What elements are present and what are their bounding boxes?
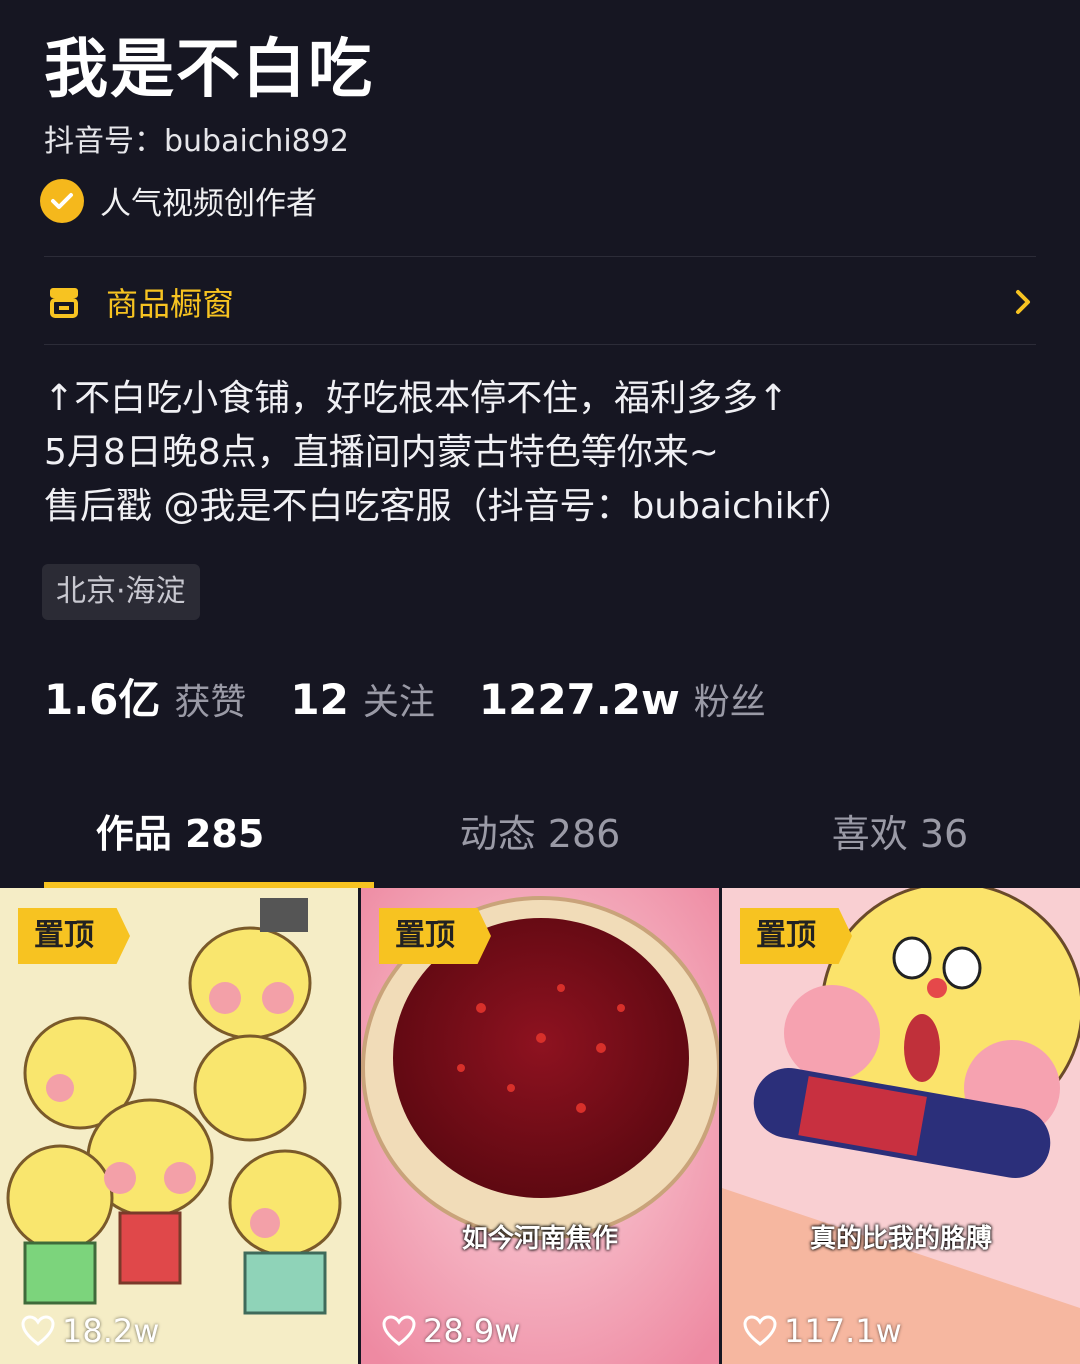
video-caption: 如今河南焦作 — [461, 1224, 618, 1254]
likes-count: 18.2w — [62, 1312, 160, 1350]
tab-works[interactable]: 作品 285 — [0, 800, 374, 888]
pinned-badge: 置顶 — [379, 908, 491, 964]
heart-outline-icon — [742, 1314, 784, 1348]
nickname: 我是不白吃 — [44, 33, 374, 107]
video-caption: 真的比我的胳膊 — [809, 1224, 992, 1254]
store-icon — [44, 282, 84, 322]
video-likes: 28.9w — [381, 1312, 520, 1350]
location-tag: 北京·海淀 — [42, 564, 200, 620]
shop-window-row[interactable]: 商品橱窗 — [44, 262, 1036, 342]
stat-value: 1.6亿 — [44, 675, 161, 724]
video-grid: 置顶 18.2w 置顶 如今河南焦作 28.9w 置顶 真的比我的胳膊 117.… — [0, 888, 1080, 1364]
pinned-badge: 置顶 — [740, 908, 852, 964]
likes-count: 28.9w — [423, 1312, 521, 1350]
likes-stat[interactable]: 1.6亿 获赞 — [44, 666, 246, 727]
verification-label: 人气视频创作者 — [100, 186, 317, 222]
stat-value: 1227.2w — [478, 675, 680, 724]
verification-badge[interactable]: 人气视频创作者 — [40, 178, 317, 223]
stat-label: 获赞 — [174, 682, 247, 723]
check-badge-icon — [40, 178, 84, 223]
chevron-right-icon — [1012, 282, 1036, 322]
following-stat[interactable]: 12 关注 — [290, 673, 434, 725]
tab-label: 作品 285 — [95, 812, 265, 856]
bio: ↑不白吃小食铺，好吃根本停不住，福利多多↑ 5月8日晚8点，直播间内蒙古特色等你… — [44, 372, 1044, 534]
bio-line: 5月8日晚8点，直播间内蒙古特色等你来~ — [44, 432, 719, 473]
tab-label: 动态 286 — [459, 812, 621, 856]
tab-activity[interactable]: 动态 286 — [360, 800, 720, 888]
video-thumbnail[interactable]: 置顶 18.2w — [0, 888, 358, 1364]
followers-stat[interactable]: 1227.2w 粉丝 — [479, 673, 766, 725]
video-thumbnail[interactable]: 置顶 如今河南焦作 28.9w — [361, 888, 719, 1364]
video-likes: 117.1w — [742, 1312, 902, 1350]
pinned-badge: 置顶 — [18, 908, 130, 964]
tab-favorites[interactable]: 喜欢 36 — [720, 800, 1080, 888]
bio-line[interactable]: 售后戳 @我是不白吃客服（抖音号：bubaichikf） — [44, 480, 1044, 534]
heart-outline-icon — [381, 1314, 423, 1348]
heart-outline-icon — [20, 1314, 62, 1348]
stat-label: 粉丝 — [693, 682, 766, 723]
stat-value: 12 — [290, 675, 349, 724]
video-thumbnail[interactable]: 置顶 真的比我的胳膊 117.1w — [722, 888, 1080, 1364]
douyin-id: 抖音号：bubaichi892 — [44, 124, 349, 159]
tab-label: 喜欢 36 — [831, 812, 969, 856]
bio-line: ↑不白吃小食铺，好吃根本停不住，福利多多↑ — [44, 378, 789, 419]
divider — [44, 344, 1036, 345]
stats-row: 1.6亿 获赞 12 关注 1227.2w 粉丝 — [44, 666, 810, 727]
video-likes: 18.2w — [20, 1312, 159, 1350]
content-tabs: 作品 285 动态 286 喜欢 36 — [0, 800, 1080, 888]
likes-count: 117.1w — [784, 1312, 902, 1350]
divider — [44, 256, 1036, 257]
stat-label: 关注 — [362, 682, 435, 723]
shop-window-label: 商品橱窗 — [106, 285, 235, 323]
